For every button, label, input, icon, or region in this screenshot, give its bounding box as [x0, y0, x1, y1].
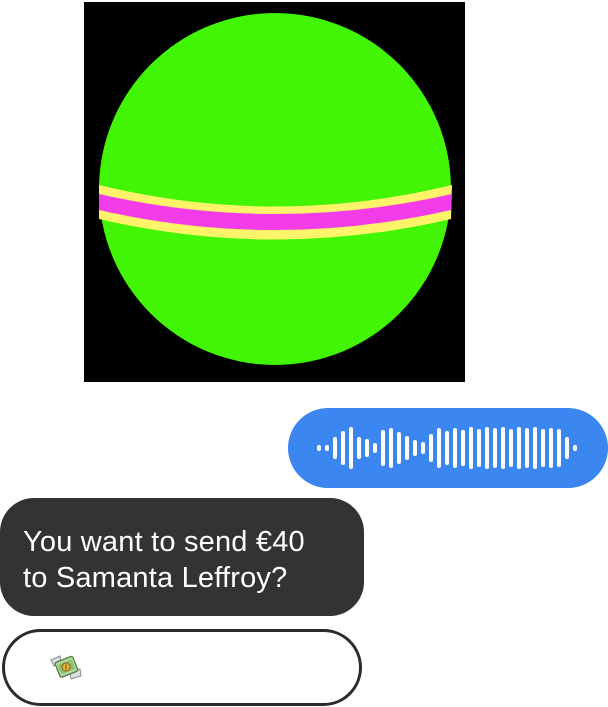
- green-sphere-avatar-icon: [84, 2, 465, 382]
- reply-line-2: to Samanta Leffroy?: [23, 562, 288, 594]
- money-with-wings-icon: [50, 655, 82, 680]
- reply-line-1: You want to send €40: [23, 526, 305, 558]
- voice-message-bubble[interactable]: [288, 408, 608, 488]
- message-input[interactable]: [2, 629, 362, 706]
- audio-waveform-icon: [317, 427, 577, 469]
- assistant-avatar: [84, 2, 465, 382]
- assistant-reply-bubble: You want to send €40 to Samanta Leffroy?: [0, 498, 364, 616]
